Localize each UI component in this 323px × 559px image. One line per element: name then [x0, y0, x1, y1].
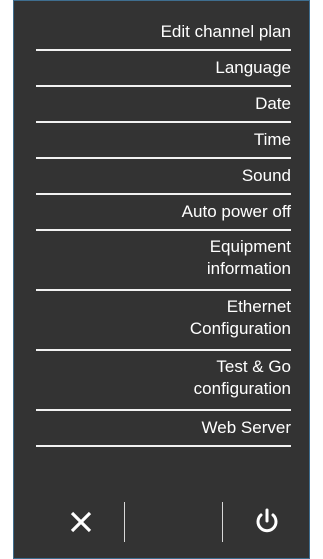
power-button[interactable]: [252, 506, 282, 536]
menu-item-label-line1: Test & Go: [216, 357, 291, 376]
power-icon: [256, 508, 278, 533]
menu-item-label: Sound: [241, 166, 291, 185]
menu-item-equipment-information[interactable]: Equipment information: [36, 231, 291, 291]
menu-item-sound[interactable]: Sound: [36, 159, 291, 195]
menu-item-date[interactable]: Date: [36, 87, 291, 123]
settings-panel: Edit channel plan Language Date Time Sou…: [13, 0, 310, 559]
menu-item-web-server[interactable]: Web Server: [36, 411, 291, 447]
toolbar-divider: [124, 502, 125, 542]
menu-item-label-line1: Equipment: [209, 237, 291, 256]
menu-item-label: Language: [215, 58, 291, 77]
close-button[interactable]: [67, 508, 95, 536]
menu-item-label: Auto power off: [181, 202, 291, 221]
menu-item-label-line2: configuration: [193, 379, 291, 398]
close-icon: [70, 511, 92, 533]
menu-item-language[interactable]: Language: [36, 51, 291, 87]
menu-item-label: Date: [255, 94, 291, 113]
menu-item-edit-channel-plan[interactable]: Edit channel plan: [36, 17, 291, 51]
menu-item-test-and-go-configuration[interactable]: Test & Go configuration: [36, 351, 291, 411]
menu-item-label: Web Server: [201, 418, 291, 437]
menu-item-label: Edit channel plan: [160, 22, 291, 41]
menu-item-label: Time: [253, 130, 291, 149]
menu-item-label-line2: Configuration: [189, 319, 291, 338]
menu-item-label-line2: information: [206, 259, 291, 278]
bottom-toolbar: [14, 486, 309, 558]
settings-menu: Edit channel plan Language Date Time Sou…: [14, 17, 309, 447]
menu-item-auto-power-off[interactable]: Auto power off: [36, 195, 291, 231]
toolbar-divider: [222, 502, 223, 542]
menu-item-time[interactable]: Time: [36, 123, 291, 159]
menu-item-ethernet-configuration[interactable]: Ethernet Configuration: [36, 291, 291, 351]
menu-item-label-line1: Ethernet: [226, 297, 291, 316]
